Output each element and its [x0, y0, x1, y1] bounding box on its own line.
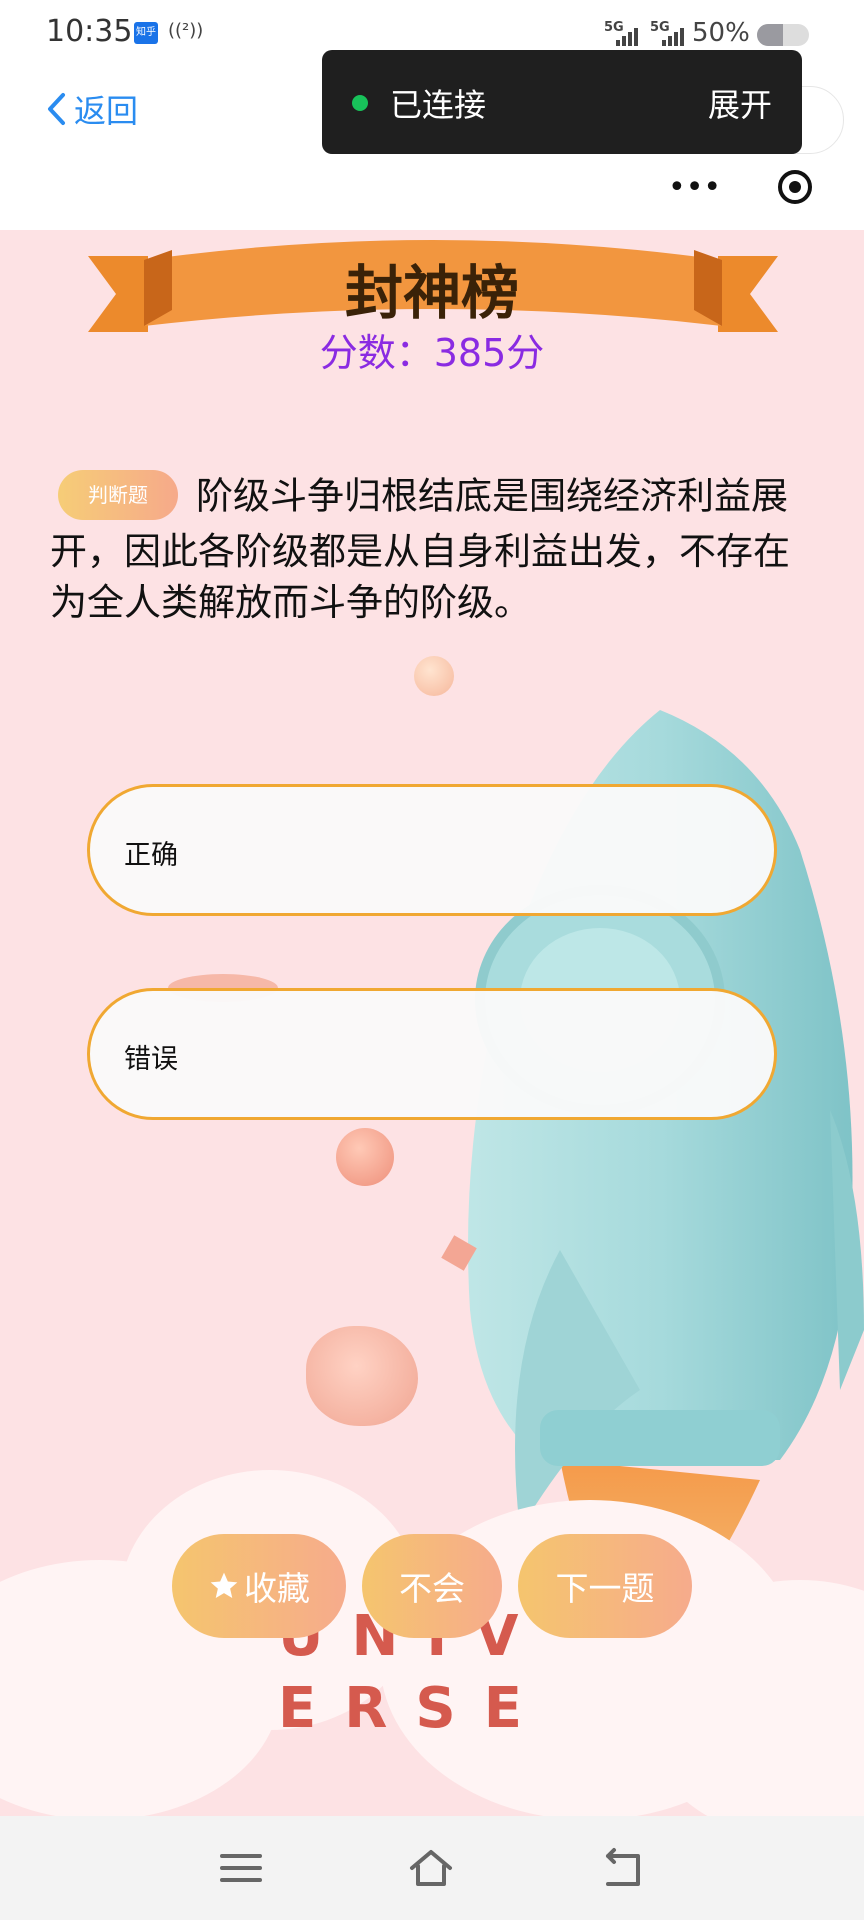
option-false-button[interactable]: 错误 — [87, 988, 777, 1120]
decor-rock — [306, 1326, 418, 1426]
quiz-area: 封神榜 分数：385分 判断题 阶级斗争归根结底是围绕经济利益展开，因此各阶级都是… — [0, 230, 864, 1816]
signal-icon: 5G — [604, 20, 642, 46]
question-text: 判断题 阶级斗争归根结底是围绕经济利益展开，因此各阶级都是从自身利益出发，不存在为… — [50, 470, 820, 628]
next-question-label: 下一题 — [555, 1569, 655, 1608]
universe-text: ERSE — [278, 1676, 550, 1741]
option-label: 错误 — [124, 1044, 178, 1075]
hotspot-icon: ((²)) — [168, 20, 204, 41]
battery-icon — [757, 24, 809, 46]
question-type-tag: 判断题 — [58, 470, 178, 520]
option-label: 正确 — [124, 840, 178, 871]
connected-status-dot — [352, 95, 368, 111]
battery-percent: 50% — [692, 18, 750, 48]
decor-bubble — [336, 1128, 394, 1186]
expand-button[interactable]: 展开 — [708, 80, 772, 126]
favorite-button[interactable]: 收藏 — [172, 1534, 346, 1638]
more-icon[interactable]: ••• — [668, 170, 721, 205]
dont-know-button[interactable]: 不会 — [362, 1534, 502, 1638]
zhihu-notification-icon: 知乎 — [134, 22, 158, 44]
favorite-label: 收藏 — [244, 1569, 310, 1608]
connection-toast: 已连接 展开 — [322, 50, 802, 154]
menu-icon[interactable] — [216, 1846, 266, 1890]
connection-status: 已连接 — [390, 86, 487, 124]
home-icon[interactable] — [406, 1846, 456, 1890]
leaderboard-title: 封神榜 — [344, 259, 519, 327]
clock: 10:35 — [46, 14, 133, 49]
decor-bubble — [414, 656, 454, 696]
back-icon[interactable] — [598, 1846, 648, 1890]
star-icon — [210, 1572, 238, 1598]
close-target-icon[interactable] — [778, 170, 812, 204]
next-question-button[interactable]: 下一题 — [518, 1534, 692, 1638]
dont-know-label: 不会 — [399, 1569, 465, 1608]
system-navigation-bar — [0, 1816, 864, 1920]
option-true-button[interactable]: 正确 — [87, 784, 777, 916]
signal-icon: 5G — [650, 20, 688, 46]
score-text: 分数：385分 — [319, 331, 545, 375]
